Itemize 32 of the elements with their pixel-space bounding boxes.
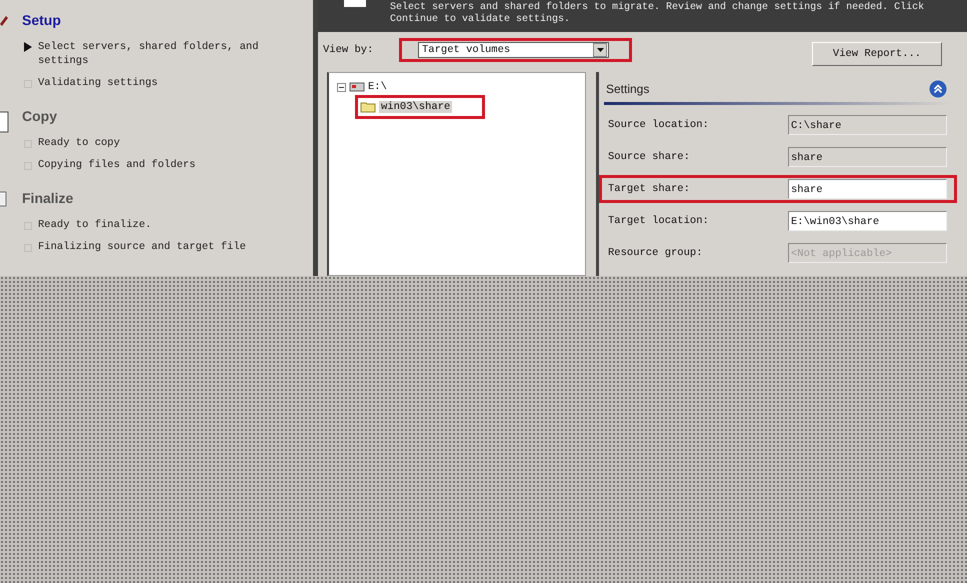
- view-by-dropdown[interactable]: Target volumes: [418, 42, 609, 58]
- page-icon: [344, 0, 366, 7]
- drive-icon: [349, 81, 365, 93]
- step-label: Finalizing source and target file: [38, 240, 247, 254]
- tree-item[interactable]: win03\share: [379, 101, 452, 113]
- view-report-button[interactable]: View Report...: [812, 42, 942, 66]
- folder-icon: [360, 101, 376, 113]
- view-by-label: View by:: [323, 44, 374, 56]
- field-label: Target location:: [608, 215, 709, 227]
- step-group-title: Finalize: [22, 190, 74, 206]
- field-label: Resource group:: [608, 247, 703, 259]
- collapse-toggle-icon[interactable]: [337, 82, 346, 92]
- setting-field[interactable]: C:\share: [788, 115, 947, 135]
- field-label: Source share:: [608, 151, 690, 163]
- settings-title: Settings: [606, 82, 650, 96]
- collapse-icon[interactable]: [929, 80, 947, 98]
- setting-field[interactable]: E:\win03\share: [788, 211, 947, 231]
- field-label: Source location:: [608, 119, 709, 131]
- step-label: Validating settings: [38, 76, 159, 90]
- step-label: Copying files and folders: [38, 158, 197, 172]
- step-group-title: Copy: [22, 108, 58, 124]
- field-label: Target share:: [608, 183, 690, 195]
- step-label: Select servers, shared folders, and settings: [38, 40, 260, 68]
- step-group-title: Setup: [22, 12, 62, 28]
- document-icon: [0, 190, 8, 208]
- instruction-text: Select servers and shared folders to migrate. Review and change settings if needed. Click: [390, 2, 924, 14]
- setting-field[interactable]: share: [788, 179, 947, 199]
- instruction-text: Continue to validate settings.: [390, 14, 572, 26]
- tree-item[interactable]: E:\: [368, 81, 387, 93]
- step-label: Ready to copy: [38, 136, 121, 150]
- setting-field[interactable]: share: [788, 147, 947, 167]
- step-label: Ready to finalize.: [38, 218, 152, 232]
